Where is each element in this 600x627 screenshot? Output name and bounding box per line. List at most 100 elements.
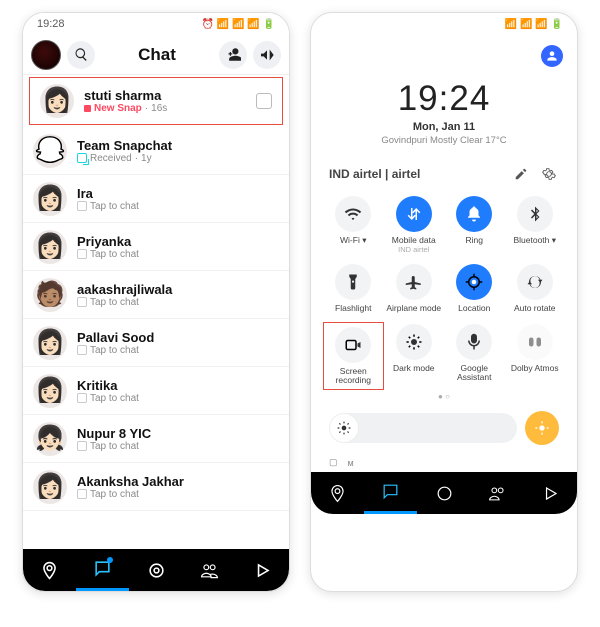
- airplane-icon: [405, 273, 423, 291]
- qs-label: Ring: [466, 236, 483, 245]
- chat-name: Priyanka: [77, 234, 279, 249]
- page-indicator: ● ○: [311, 392, 577, 401]
- nav-map[interactable]: [311, 472, 364, 514]
- chat-name: Ira: [77, 186, 279, 201]
- page-title: Chat: [101, 45, 213, 65]
- status-bar: 📶 📶 📶 🔋: [311, 13, 577, 35]
- chat-icon: [381, 482, 400, 501]
- nav-chat[interactable]: [76, 549, 129, 591]
- chat-item[interactable]: 👩🏻Priyanka Tap to chat: [23, 223, 289, 271]
- qs-label: Flashlight: [335, 304, 371, 313]
- chat-list: 👩🏻stuti sharma New Snap · 16sTeam Snapch…: [23, 75, 289, 549]
- qs-tile-darkmode: Dark mode: [384, 322, 445, 391]
- nav-map[interactable]: [23, 549, 76, 591]
- screenshot-indicator-icon: ▢: [329, 457, 338, 468]
- bottom-nav: [23, 549, 289, 591]
- qs-toggle-wifi[interactable]: [335, 196, 371, 232]
- chat-item[interactable]: 👧🏻Nupur 8 YIC Tap to chat: [23, 415, 289, 463]
- ring-icon: [465, 205, 483, 223]
- chat-empty-icon: [77, 393, 87, 403]
- qs-label: Bluetooth ▾: [513, 236, 556, 245]
- gear-icon: [542, 167, 556, 181]
- sun-auto-icon: [534, 420, 550, 436]
- qs-toggle-bluetooth[interactable]: [517, 196, 553, 232]
- chat-item[interactable]: Team Snapchat Received · 1y: [23, 127, 289, 175]
- brightness-slider[interactable]: [329, 413, 517, 443]
- account-button[interactable]: [541, 45, 563, 67]
- qs-label: Airplane mode: [386, 304, 441, 313]
- reply-icon[interactable]: [256, 93, 272, 109]
- clock-block[interactable]: 19:24 Mon, Jan 11 Govindpuri Mostly Clea…: [311, 77, 577, 146]
- bitmoji-avatar-icon: 👩🏻: [33, 470, 67, 504]
- qs-toggle-flashlight[interactable]: [335, 264, 371, 300]
- qs-tile-mobile-data: Mobile dataIND airtel: [384, 194, 445, 256]
- nav-play[interactable]: [236, 549, 289, 591]
- nav-camera[interactable]: [417, 472, 470, 514]
- bitmoji-avatar-icon: 🧑🏽: [33, 278, 67, 312]
- chat-name: Kritika: [77, 378, 279, 393]
- chat-item[interactable]: 👩🏻 Kritika Tap to chat: [23, 367, 289, 415]
- qs-toggle-darkmode[interactable]: [396, 324, 432, 360]
- qs-tile-bluetooth: Bluetooth ▾: [505, 194, 566, 256]
- location-icon: [465, 273, 483, 291]
- edit-icon: [514, 167, 528, 181]
- qs-toggle-ring[interactable]: [456, 196, 492, 232]
- profile-avatar[interactable]: [31, 40, 61, 70]
- bitmoji-avatar-icon: 👩🏻: [33, 374, 67, 408]
- sun-icon: [337, 421, 351, 435]
- clock-time: 19:24: [311, 79, 577, 119]
- chat-status: New Snap · 16s: [84, 103, 256, 114]
- chat-status: Tap to chat: [77, 297, 279, 308]
- auto-brightness-button[interactable]: [525, 411, 559, 445]
- qs-label: Wi-Fi ▾: [340, 236, 366, 245]
- chat-item[interactable]: 👩🏻Pallavi Sood Tap to chat: [23, 319, 289, 367]
- qs-toggle-screenrecord[interactable]: [335, 327, 371, 363]
- chat-name: stuti sharma: [84, 88, 256, 103]
- qs-tile-ring: Ring: [444, 194, 505, 256]
- chat-status: Received · 1y: [77, 153, 279, 164]
- announce-button[interactable]: [253, 41, 281, 69]
- bluetooth-icon: [526, 205, 544, 223]
- qs-tile-autorotate: Auto rotate: [505, 262, 566, 315]
- chat-name: Akanksha Jakhar: [77, 474, 279, 489]
- qs-tile-location: Location: [444, 262, 505, 315]
- map-icon: [328, 484, 347, 503]
- qs-tile-airplane: Airplane mode: [384, 262, 445, 315]
- edit-tiles-button[interactable]: [511, 164, 531, 184]
- autorotate-icon: [526, 273, 544, 291]
- status-time: 19:28: [37, 18, 65, 30]
- chat-item[interactable]: 👩🏻stuti sharma New Snap · 16s: [29, 77, 283, 125]
- chat-item[interactable]: 👩🏻Ira Tap to chat: [23, 175, 289, 223]
- qs-label: Screen recording: [326, 367, 381, 386]
- received-icon: [77, 153, 87, 163]
- add-friend-button[interactable]: [219, 41, 247, 69]
- play-icon: [541, 484, 560, 503]
- chat-status: Tap to chat: [77, 441, 279, 452]
- nav-chat[interactable]: [364, 472, 417, 514]
- brightness-thumb[interactable]: [329, 413, 359, 443]
- nav-friends[interactable]: [183, 549, 236, 591]
- bottom-nav: [311, 472, 577, 514]
- qs-toggle-mobile-data[interactable]: [396, 196, 432, 232]
- chat-empty-icon: [77, 345, 87, 355]
- nav-camera[interactable]: [129, 549, 182, 591]
- qs-toggle-airplane[interactable]: [396, 264, 432, 300]
- chat-status: Tap to chat: [77, 201, 279, 212]
- nav-play[interactable]: [524, 472, 577, 514]
- carrier-row: IND airtel | airtel: [311, 146, 577, 188]
- chat-item[interactable]: 🧑🏽aakashrajliwala Tap to chat: [23, 271, 289, 319]
- quick-settings-grid: Wi-Fi ▾ Mobile dataIND airtel Ring Bluetoot…: [311, 188, 577, 390]
- nav-friends[interactable]: [471, 472, 524, 514]
- chat-name: Pallavi Sood: [77, 330, 279, 345]
- qs-label: Dolby Atmos: [511, 364, 559, 373]
- qs-tile-screenrecord: Screen recording: [323, 322, 384, 391]
- chat-empty-icon: [77, 201, 87, 211]
- qs-toggle-location[interactable]: [456, 264, 492, 300]
- qs-toggle-assistant[interactable]: [456, 324, 492, 360]
- brightness-row: [311, 401, 577, 453]
- chat-item[interactable]: 👩🏻Akanksha Jakhar Tap to chat: [23, 463, 289, 511]
- chat-status: Tap to chat: [77, 393, 279, 404]
- settings-button[interactable]: [539, 164, 559, 184]
- qs-toggle-autorotate[interactable]: [517, 264, 553, 300]
- search-button[interactable]: [67, 41, 95, 69]
